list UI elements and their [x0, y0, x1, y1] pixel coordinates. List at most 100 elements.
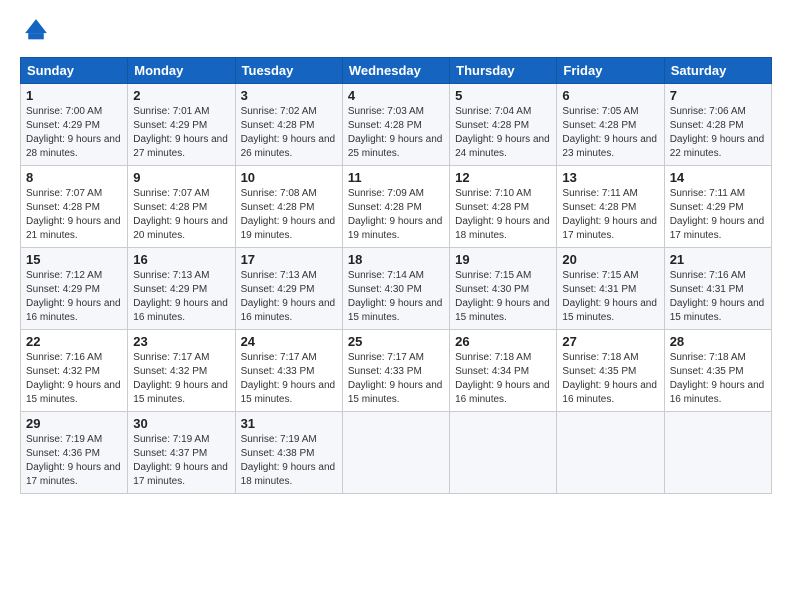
calendar-cell	[342, 412, 449, 494]
calendar-cell: 5 Sunrise: 7:04 AMSunset: 4:28 PMDaylight…	[450, 84, 557, 166]
calendar-cell: 16 Sunrise: 7:13 AMSunset: 4:29 PMDayligh…	[128, 248, 235, 330]
calendar-cell: 7 Sunrise: 7:06 AMSunset: 4:28 PMDaylight…	[664, 84, 771, 166]
day-info: Sunrise: 7:01 AMSunset: 4:29 PMDaylight:…	[133, 105, 229, 161]
weekday-header-tuesday: Tuesday	[235, 58, 342, 84]
day-info: Sunrise: 7:05 AMSunset: 4:28 PMDaylight:…	[562, 105, 658, 161]
day-info: Sunrise: 7:07 AMSunset: 4:28 PMDaylight:…	[133, 187, 229, 243]
day-number: 7	[670, 88, 766, 103]
day-info: Sunrise: 7:08 AMSunset: 4:28 PMDaylight:…	[241, 187, 337, 243]
calendar-cell: 20Sunrise: 7:15 AMSunset: 4:31 PMDayligh…	[557, 248, 664, 330]
calendar-cell: 13Sunrise: 7:11 AMSunset: 4:28 PMDayligh…	[557, 166, 664, 248]
day-info: Sunrise: 7:16 AMSunset: 4:31 PMDaylight:…	[670, 269, 766, 325]
calendar-cell	[450, 412, 557, 494]
day-number: 4	[348, 88, 444, 103]
calendar-cell: 1 Sunrise: 7:00 AMSunset: 4:29 PMDaylight…	[21, 84, 128, 166]
day-number: 24	[241, 334, 337, 349]
calendar-cell: 31Sunrise: 7:19 AMSunset: 4:38 PMDayligh…	[235, 412, 342, 494]
calendar-cell: 25 Sunrise: 7:17 AMSunset: 4:33 PMDayligh…	[342, 330, 449, 412]
day-info: Sunrise: 7:15 AMSunset: 4:31 PMDaylight:…	[562, 269, 658, 325]
logo	[20, 16, 50, 49]
calendar-cell: 19Sunrise: 7:15 AMSunset: 4:30 PMDayligh…	[450, 248, 557, 330]
calendar-week-2: 8 Sunrise: 7:07 AMSunset: 4:28 PMDaylight…	[21, 166, 772, 248]
day-info: Sunrise: 7:18 AMSunset: 4:35 PMDaylight:…	[670, 351, 766, 407]
day-info: Sunrise: 7:09 AMSunset: 4:28 PMDaylight:…	[348, 187, 444, 243]
day-number: 17	[241, 252, 337, 267]
day-number: 13	[562, 170, 658, 185]
day-number: 12	[455, 170, 551, 185]
calendar-cell: 14 Sunrise: 7:11 AMSunset: 4:29 PMDayligh…	[664, 166, 771, 248]
day-info: Sunrise: 7:17 AMSunset: 4:33 PMDaylight:…	[348, 351, 444, 407]
weekday-header-saturday: Saturday	[664, 58, 771, 84]
calendar-cell: 26 Sunrise: 7:18 AMSunset: 4:34 PMDayligh…	[450, 330, 557, 412]
calendar-header-row: SundayMondayTuesdayWednesdayThursdayFrid…	[21, 58, 772, 84]
day-info: Sunrise: 7:10 AMSunset: 4:28 PMDaylight:…	[455, 187, 551, 243]
day-info: Sunrise: 7:04 AMSunset: 4:28 PMDaylight:…	[455, 105, 551, 161]
day-info: Sunrise: 7:19 AMSunset: 4:37 PMDaylight:…	[133, 433, 229, 489]
weekday-header-wednesday: Wednesday	[342, 58, 449, 84]
day-info: Sunrise: 7:00 AMSunset: 4:29 PMDaylight:…	[26, 105, 122, 161]
header	[20, 16, 772, 49]
calendar-cell: 12 Sunrise: 7:10 AMSunset: 4:28 PMDayligh…	[450, 166, 557, 248]
weekday-header-monday: Monday	[128, 58, 235, 84]
day-info: Sunrise: 7:13 AMSunset: 4:29 PMDaylight:…	[241, 269, 337, 325]
calendar-cell	[557, 412, 664, 494]
day-info: Sunrise: 7:16 AMSunset: 4:32 PMDaylight:…	[26, 351, 122, 407]
calendar-cell	[664, 412, 771, 494]
calendar-cell: 6 Sunrise: 7:05 AMSunset: 4:28 PMDaylight…	[557, 84, 664, 166]
calendar-cell: 18Sunrise: 7:14 AMSunset: 4:30 PMDayligh…	[342, 248, 449, 330]
day-info: Sunrise: 7:06 AMSunset: 4:28 PMDaylight:…	[670, 105, 766, 161]
day-number: 29	[26, 416, 122, 431]
day-info: Sunrise: 7:18 AMSunset: 4:34 PMDaylight:…	[455, 351, 551, 407]
day-info: Sunrise: 7:17 AMSunset: 4:33 PMDaylight:…	[241, 351, 337, 407]
day-number: 6	[562, 88, 658, 103]
day-number: 15	[26, 252, 122, 267]
day-info: Sunrise: 7:02 AMSunset: 4:28 PMDaylight:…	[241, 105, 337, 161]
day-number: 10	[241, 170, 337, 185]
calendar-cell: 15 Sunrise: 7:12 AMSunset: 4:29 PMDayligh…	[21, 248, 128, 330]
calendar-cell: 23Sunrise: 7:17 AMSunset: 4:32 PMDayligh…	[128, 330, 235, 412]
calendar-cell: 11 Sunrise: 7:09 AMSunset: 4:28 PMDayligh…	[342, 166, 449, 248]
calendar-week-1: 1 Sunrise: 7:00 AMSunset: 4:29 PMDaylight…	[21, 84, 772, 166]
day-number: 5	[455, 88, 551, 103]
day-info: Sunrise: 7:19 AMSunset: 4:36 PMDaylight:…	[26, 433, 122, 489]
calendar-week-4: 22 Sunrise: 7:16 AMSunset: 4:32 PMDayligh…	[21, 330, 772, 412]
day-number: 11	[348, 170, 444, 185]
day-info: Sunrise: 7:14 AMSunset: 4:30 PMDaylight:…	[348, 269, 444, 325]
weekday-header-thursday: Thursday	[450, 58, 557, 84]
day-number: 26	[455, 334, 551, 349]
day-info: Sunrise: 7:12 AMSunset: 4:29 PMDaylight:…	[26, 269, 122, 325]
day-number: 9	[133, 170, 229, 185]
day-info: Sunrise: 7:03 AMSunset: 4:28 PMDaylight:…	[348, 105, 444, 161]
day-info: Sunrise: 7:11 AMSunset: 4:29 PMDaylight:…	[670, 187, 766, 243]
calendar-table: SundayMondayTuesdayWednesdayThursdayFrid…	[20, 57, 772, 494]
day-number: 8	[26, 170, 122, 185]
day-number: 31	[241, 416, 337, 431]
logo-icon	[22, 16, 50, 44]
calendar-cell: 24 Sunrise: 7:17 AMSunset: 4:33 PMDayligh…	[235, 330, 342, 412]
calendar-cell: 17 Sunrise: 7:13 AMSunset: 4:29 PMDayligh…	[235, 248, 342, 330]
day-number: 19	[455, 252, 551, 267]
day-info: Sunrise: 7:13 AMSunset: 4:29 PMDaylight:…	[133, 269, 229, 325]
calendar-cell: 21Sunrise: 7:16 AMSunset: 4:31 PMDayligh…	[664, 248, 771, 330]
calendar-week-3: 15 Sunrise: 7:12 AMSunset: 4:29 PMDayligh…	[21, 248, 772, 330]
day-number: 28	[670, 334, 766, 349]
day-number: 25	[348, 334, 444, 349]
calendar-cell: 22 Sunrise: 7:16 AMSunset: 4:32 PMDayligh…	[21, 330, 128, 412]
page: SundayMondayTuesdayWednesdayThursdayFrid…	[0, 0, 792, 612]
calendar-cell: 2 Sunrise: 7:01 AMSunset: 4:29 PMDaylight…	[128, 84, 235, 166]
day-number: 16	[133, 252, 229, 267]
day-info: Sunrise: 7:07 AMSunset: 4:28 PMDaylight:…	[26, 187, 122, 243]
calendar-cell: 29 Sunrise: 7:19 AMSunset: 4:36 PMDayligh…	[21, 412, 128, 494]
weekday-header-sunday: Sunday	[21, 58, 128, 84]
calendar-cell: 8 Sunrise: 7:07 AMSunset: 4:28 PMDaylight…	[21, 166, 128, 248]
day-number: 1	[26, 88, 122, 103]
day-number: 23	[133, 334, 229, 349]
calendar-cell: 9 Sunrise: 7:07 AMSunset: 4:28 PMDaylight…	[128, 166, 235, 248]
day-number: 30	[133, 416, 229, 431]
weekday-header-friday: Friday	[557, 58, 664, 84]
calendar-week-5: 29 Sunrise: 7:19 AMSunset: 4:36 PMDayligh…	[21, 412, 772, 494]
day-number: 2	[133, 88, 229, 103]
calendar-cell: 30 Sunrise: 7:19 AMSunset: 4:37 PMDayligh…	[128, 412, 235, 494]
day-number: 14	[670, 170, 766, 185]
day-number: 22	[26, 334, 122, 349]
